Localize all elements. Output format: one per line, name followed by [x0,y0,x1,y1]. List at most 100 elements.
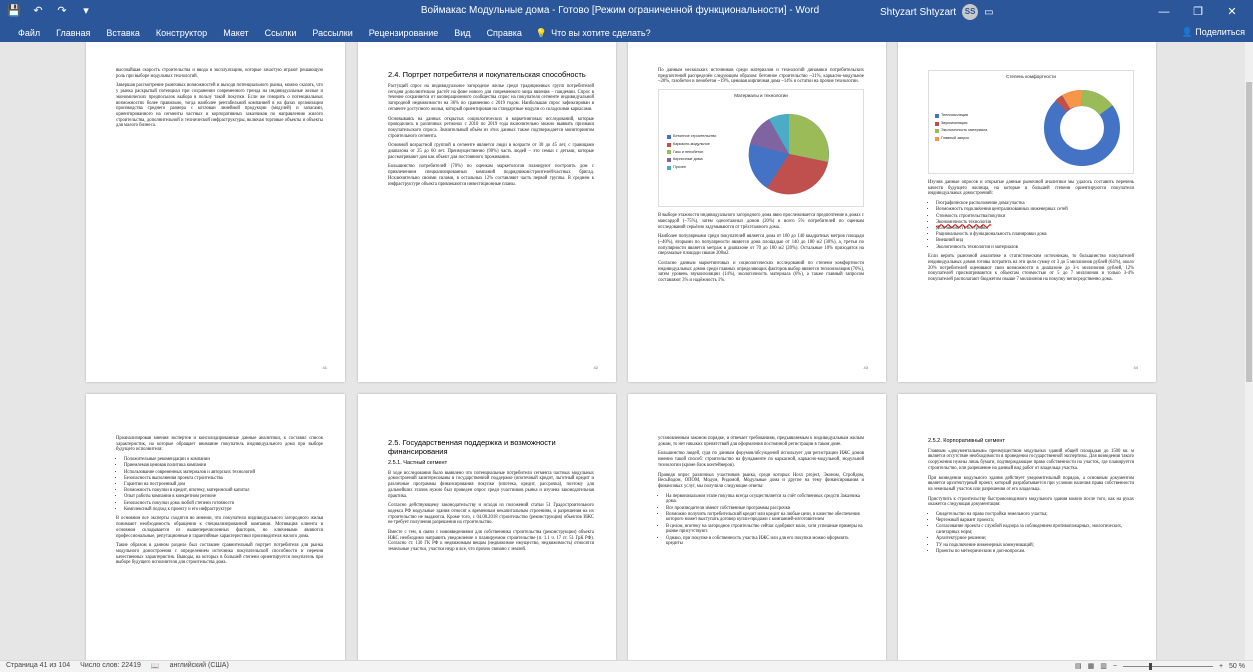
paragraph: В основном все эксперты сходятся во мнен… [116,516,323,539]
list-item: Комплексный подход к проекту и его инфра… [124,507,323,513]
tab-layout[interactable]: Макет [215,28,256,38]
document-title: Воймакас Модульные дома - Готово [Режим … [420,5,820,16]
page-44[interactable]: Степень комфортности Теплоизоляция Звуко… [898,42,1156,382]
tab-help[interactable]: Справка [479,28,530,38]
list-item: Возможность покупки в кредит, ипотеку, м… [124,488,323,494]
read-mode-icon[interactable]: ▤ [1075,662,1082,670]
tab-references[interactable]: Ссылки [257,28,305,38]
page-number: 43 [863,365,868,370]
paragraph: Согласно действующему законодательству и… [388,503,594,526]
chart-legend: Бетонное строительство Каркасно-модульно… [667,134,716,173]
share-label: Поделиться [1195,27,1245,37]
legend-item: Кирпичные дома [667,157,716,163]
redo-icon[interactable]: ↷ [54,3,70,19]
tell-me-box[interactable]: 💡 Что вы хотите сделать? [536,28,651,39]
bullet-list: Положительные рекомендации о компании Пр… [124,457,323,512]
list-item: Географическое расположение дома/участка [936,201,1134,207]
zoom-level[interactable]: 50 % [1229,663,1245,670]
zoom-in-icon[interactable]: + [1219,663,1223,670]
list-item: Проекты по метеорическим и доп-вопросам. [936,549,1134,555]
legend-item: Бетонное строительство [667,134,716,140]
paragraph: Вместе с тем, в связи с нововведениями д… [388,530,594,553]
tab-file[interactable]: Файл [10,28,48,38]
paragraph: Наиболее популярными среди покупателей я… [658,234,864,257]
vertical-scrollbar[interactable] [1245,42,1253,660]
ribbon-display-options-icon[interactable]: ▭ [984,7,993,18]
pie-graphic [748,114,829,195]
tab-view[interactable]: Вид [446,28,478,38]
list-item: Положительные рекомендации о компании [124,457,323,463]
list-item: Возможно получить потребительский кредит… [666,512,864,523]
list-item: Безопасность покупки дома любой степени … [124,501,323,507]
paragraph: Изучив данные опросов и открытые данные … [928,180,1134,197]
paragraph: Завершая рассмотрение рыночных возможнос… [116,83,323,129]
scrollbar-thumb[interactable] [1246,82,1252,382]
word-count[interactable]: Число слов: 22419 [80,662,141,670]
tab-mailings[interactable]: Рассылки [304,28,360,38]
document-canvas[interactable]: высочайшая скорость строительства и ввод… [0,42,1253,660]
list-item: Свидетельство на право постройки земельн… [936,512,1134,518]
paragraph: Проведя опрос различных участников рынка… [658,472,864,489]
title-bar: 💾 ↶ ↷ ▾ Воймакас Модульные дома - Готово… [0,0,1253,24]
restore-icon[interactable]: ❐ [1181,0,1215,24]
legend-item: Главный запрос [935,136,987,142]
proofing-icon[interactable]: 📖 [151,662,160,670]
page-number: 44 [1133,365,1138,370]
paragraph: В выборе этажности индивидуального загор… [658,213,864,230]
paragraph: Главным «документальным» преимуществом м… [928,448,1134,471]
subsection-heading: 2.5.2. Корпоративный сегмент [928,438,1005,444]
paragraph: установленным законом порядке, и отвечае… [658,436,864,447]
legend-item: Звукоизоляция [935,121,987,127]
paragraph: Растущий спрос на индивидуальное загород… [388,84,594,112]
page-47[interactable]: установленным законом порядке, и отвечае… [628,394,886,660]
tell-me-label: Что вы хотите сделать? [551,28,651,38]
paragraph: Большинство потребителей (70%) по оценка… [388,164,594,187]
list-item: Стоимость строительства/покупки [936,214,1134,220]
page-number: 41 [322,365,327,370]
donut-chart: Степень комфортности Теплоизоляция Звуко… [928,70,1134,174]
section-heading: 2.4. Портрет потребителя и покупательска… [388,70,586,79]
list-item: Внешний вид [936,238,1134,244]
web-layout-icon[interactable]: ▥ [1100,662,1107,670]
print-layout-icon[interactable]: ▦ [1088,662,1095,670]
list-item: В целом, ипотеку на загородное строитель… [666,524,864,535]
undo-icon[interactable]: ↶ [30,3,46,19]
tab-design[interactable]: Конструктор [148,28,215,38]
page-46[interactable]: 2.5. Государственная поддержка и возможн… [358,394,616,660]
page-48[interactable]: 2.5.2. Корпоративный сегмент Главным «до… [898,394,1156,660]
zoom-slider[interactable] [1122,662,1213,670]
user-account[interactable]: Shtyzart Shtyzart SS ▭ [880,4,994,20]
page-number: 42 [593,365,598,370]
list-item: Согласование проекта с службой надзора з… [936,524,1134,535]
page-41[interactable]: высочайшая скорость строительства и ввод… [86,42,345,382]
zoom-thumb[interactable] [1148,662,1152,670]
legend-item: Экологичность материала [935,128,987,134]
list-item: Чертежный вариант проекта; [936,518,1134,524]
zoom-out-icon[interactable]: − [1113,663,1117,670]
bullet-list: Свидетельство на право постройки земельн… [936,512,1134,554]
close-icon[interactable]: ✕ [1215,0,1249,24]
legend-item: Теплоизоляция [935,113,987,119]
status-bar: Страница 41 из 104 Число слов: 22419 📖 а… [0,660,1253,672]
subsection-heading: 2.5.1. Частный сегмент [388,460,448,466]
page-count[interactable]: Страница 41 из 104 [6,662,70,670]
share-button[interactable]: 👤 Поделиться [1182,27,1245,38]
page-45[interactable]: Проанализировав мнения экспертов и консо… [86,394,345,660]
avatar[interactable]: SS [962,4,979,20]
page-42[interactable]: 2.4. Портрет потребителя и покупательска… [358,42,616,382]
list-item: Все производители имеют собственные прог… [666,506,864,512]
language[interactable]: английский (США) [170,662,229,670]
section-heading: 2.5. Государственная поддержка и возможн… [388,438,556,456]
minimize-icon[interactable]: — [1147,0,1181,24]
paragraph: Проанализировав мнения экспертов и консо… [116,436,323,453]
tab-review[interactable]: Рецензирование [361,28,447,38]
quick-access-dropdown-icon[interactable]: ▾ [78,3,94,19]
tab-insert[interactable]: Вставка [98,28,147,38]
page-43[interactable]: По данным нескольких источников среди ма… [628,42,886,382]
paragraph: Приступить к строительству быстровозводи… [928,496,1134,508]
chart-title: Степень комфортности [1006,74,1056,79]
paragraph: В ходе исследования было выявлено что по… [388,470,594,499]
save-icon[interactable]: 💾 [6,3,22,19]
tab-home[interactable]: Главная [48,28,98,38]
donut-graphic [1044,90,1120,166]
